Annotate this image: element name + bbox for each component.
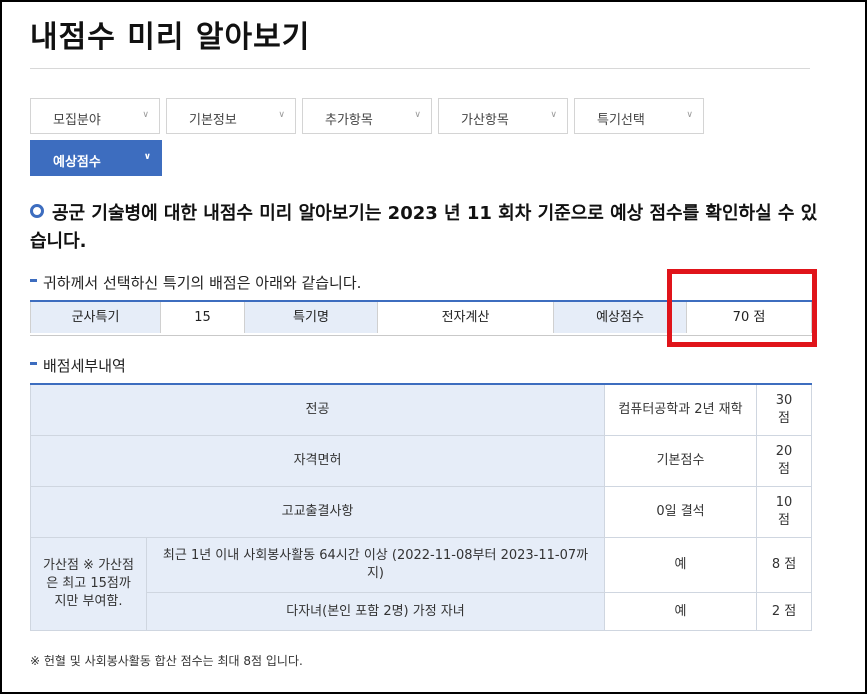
tab-expected-score[interactable]: 예상점수 ∨ bbox=[30, 140, 162, 176]
chevron-down-icon: ∨ bbox=[550, 110, 557, 120]
bonus-description: 예 bbox=[605, 593, 757, 631]
detail-score: 10 점 bbox=[757, 487, 812, 538]
tab-label: 특기선택 bbox=[597, 113, 645, 128]
tab-bonus-items[interactable]: 가산항목 ∨ bbox=[438, 98, 568, 134]
highlight-box bbox=[667, 269, 817, 347]
detail-description: 컴퓨터공학과 2년 재학 bbox=[605, 385, 757, 436]
tab-additional-items[interactable]: 추가항목 ∨ bbox=[302, 98, 432, 134]
detail-item: 자격면허 bbox=[30, 436, 605, 487]
notice-message: 공군 기술병에 대한 내점수 미리 알아보기는 2023 년 11 회차 기준으… bbox=[30, 203, 818, 252]
tab-label: 모집분야 bbox=[53, 113, 101, 128]
dash-bullet-icon bbox=[30, 362, 37, 365]
detail-description: 기본점수 bbox=[605, 436, 757, 487]
notice-text: 공군 기술병에 대한 내점수 미리 알아보기는 2023 년 11 회차 기준으… bbox=[30, 200, 820, 256]
specialty-name-label: 특기명 bbox=[245, 302, 378, 333]
tab-basic-info[interactable]: 기본정보 ∨ bbox=[166, 98, 296, 134]
title-divider bbox=[30, 68, 810, 69]
tab-recruitment-field[interactable]: 모집분야 ∨ bbox=[30, 98, 160, 134]
detail-score: 20 점 bbox=[757, 436, 812, 487]
bonus-label: 가산점 ※ 가산점은 최고 15점까지만 부여함. bbox=[30, 538, 147, 631]
detail-item: 고교출결사항 bbox=[30, 487, 605, 538]
detail-score: 30 점 bbox=[757, 385, 812, 436]
detail-heading: 배점세부내역 bbox=[30, 355, 126, 376]
bonus-item: 다자녀(본인 포함 2명) 가정 자녀 bbox=[147, 593, 605, 631]
page-title: 내점수 미리 알아보기 bbox=[30, 20, 311, 55]
detail-heading-text: 배점세부내역 bbox=[43, 357, 126, 375]
detail-table: 전공 컴퓨터공학과 2년 재학 30 점 자격면허 기본점수 20 점 고교출결… bbox=[30, 383, 812, 631]
tab-label: 추가항목 bbox=[325, 113, 373, 128]
summary-heading: 귀하께서 선택하신 특기의 배점은 아래와 같습니다. bbox=[30, 272, 361, 293]
chevron-down-icon: ∨ bbox=[142, 110, 149, 120]
circle-bullet-icon bbox=[30, 204, 44, 218]
bonus-item: 최근 1년 이내 사회봉사활동 64시간 이상 (2022-11-08부터 20… bbox=[147, 538, 605, 593]
summary-heading-text: 귀하께서 선택하신 특기의 배점은 아래와 같습니다. bbox=[43, 274, 362, 292]
specialty-label: 군사특기 bbox=[30, 302, 161, 333]
bonus-score: 2 점 bbox=[757, 593, 812, 631]
chevron-down-icon: ∨ bbox=[686, 110, 693, 120]
footnote: ※ 헌혈 및 사회봉사활동 합산 점수는 최대 8점 입니다. bbox=[30, 654, 303, 668]
specialty-name-value: 전자계산 bbox=[378, 302, 554, 333]
chevron-down-icon: ∨ bbox=[414, 110, 421, 120]
detail-item: 전공 bbox=[30, 385, 605, 436]
dash-bullet-icon bbox=[30, 279, 37, 282]
tab-label: 예상점수 bbox=[53, 155, 101, 170]
bonus-score: 8 점 bbox=[757, 538, 812, 593]
specialty-value: 15 bbox=[161, 302, 245, 333]
tab-label: 기본정보 bbox=[189, 113, 237, 128]
tab-specialty-select[interactable]: 특기선택 ∨ bbox=[574, 98, 704, 134]
chevron-down-icon: ∨ bbox=[278, 110, 285, 120]
detail-description: 0일 결석 bbox=[605, 487, 757, 538]
tab-label: 가산항목 bbox=[461, 113, 509, 128]
bonus-description: 예 bbox=[605, 538, 757, 593]
chevron-down-icon: ∨ bbox=[143, 152, 151, 162]
